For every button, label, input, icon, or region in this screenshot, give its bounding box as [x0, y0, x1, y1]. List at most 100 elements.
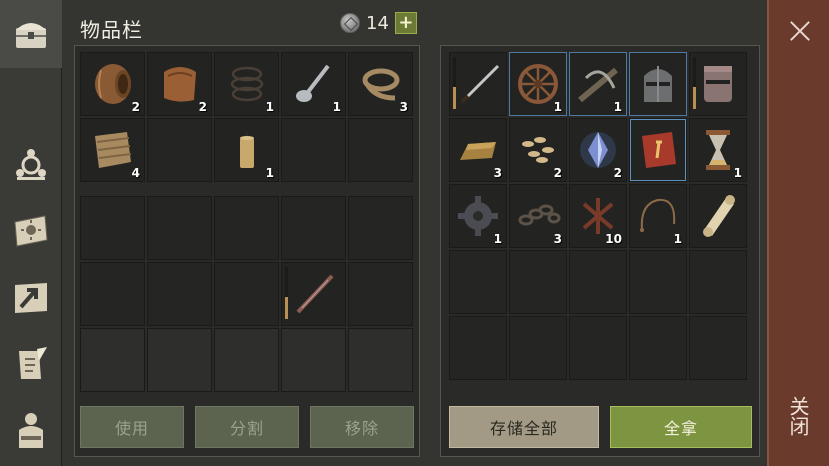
storage-slot[interactable]	[449, 52, 507, 116]
storage-slot[interactable]	[449, 250, 507, 314]
close-label: 关闭	[786, 396, 810, 436]
storage-slot[interactable]	[629, 250, 687, 314]
durability-bar	[693, 57, 696, 109]
inventory-slot[interactable]	[348, 262, 413, 326]
inventory-slot[interactable]	[80, 196, 145, 260]
sun-book-icon	[14, 215, 48, 247]
sidebar-item-character[interactable]	[6, 405, 56, 455]
inventory-slot[interactable]	[147, 196, 212, 260]
inventory-slot[interactable]: 1	[214, 52, 279, 116]
inventory-slot[interactable]	[281, 262, 346, 326]
item-count: 1	[265, 100, 274, 114]
store-all-button[interactable]: 存储全部	[449, 406, 599, 448]
storage-grid: 1 1 3 2 2 1 1 3 10 1	[449, 52, 747, 380]
item-count: 10	[605, 232, 622, 246]
sidebar-item-skills[interactable]	[6, 140, 56, 190]
great-helm-icon	[704, 66, 732, 102]
currency-value: 14	[366, 12, 389, 34]
inventory-slot[interactable]	[214, 328, 279, 392]
item-count: 1	[673, 232, 682, 246]
storage-slot[interactable]: 1	[569, 52, 627, 116]
item-count: 2	[198, 100, 207, 114]
scroll-icon	[703, 195, 735, 237]
storage-slot[interactable]	[569, 316, 627, 380]
inventory-slot[interactable]	[348, 118, 413, 182]
storage-slot[interactable]: 1	[629, 184, 687, 248]
sidebar-item-inventory[interactable]	[0, 0, 62, 68]
player-equip-grid	[80, 196, 413, 392]
split-button[interactable]: 分割	[195, 406, 299, 448]
inventory-slot[interactable]	[214, 262, 279, 326]
inventory-slot[interactable]: 1	[281, 52, 346, 116]
inventory-slot[interactable]	[348, 196, 413, 260]
red-book-icon	[642, 132, 676, 168]
item-count: 2	[131, 100, 140, 114]
take-all-button[interactable]: 全拿	[610, 406, 752, 448]
storage-slot[interactable]: 1	[509, 52, 567, 116]
inventory-slot[interactable]	[147, 328, 212, 392]
use-button[interactable]: 使用	[80, 406, 184, 448]
storage-slot[interactable]	[569, 250, 627, 314]
storage-slot[interactable]: 10	[569, 184, 627, 248]
page-title: 物品栏	[80, 18, 143, 42]
inventory-slot[interactable]	[80, 328, 145, 392]
storage-slot[interactable]	[509, 316, 567, 380]
inventory-slot[interactable]	[281, 328, 346, 392]
inventory-slot[interactable]	[281, 118, 346, 182]
item-count: 3	[493, 166, 502, 180]
storage-slot[interactable]: 1	[689, 118, 747, 182]
inventory-slot[interactable]	[147, 262, 212, 326]
inventory-slot[interactable]: 3	[348, 52, 413, 116]
storage-slot[interactable]	[449, 316, 507, 380]
inventory-slot[interactable]: 4	[80, 118, 145, 182]
storage-slot[interactable]	[629, 52, 687, 116]
storage-slot[interactable]	[689, 52, 747, 116]
inventory-slot[interactable]: 2	[80, 52, 145, 116]
currency-display: 14 +	[340, 12, 417, 34]
item-count: 2	[613, 166, 622, 180]
coin-icon	[340, 13, 360, 33]
sidebar-item-quests[interactable]	[6, 340, 56, 390]
durability-bar	[285, 267, 288, 319]
storage-slot[interactable]: 3	[509, 184, 567, 248]
inventory-slot[interactable]	[214, 196, 279, 260]
item-count: 1	[493, 232, 502, 246]
scroll-quill-icon	[19, 347, 47, 379]
storage-slot[interactable]: 1	[449, 184, 507, 248]
sidebar-item-recipes[interactable]	[6, 205, 56, 255]
inventory-slot[interactable]: 2	[147, 52, 212, 116]
item-count: 4	[131, 166, 140, 180]
inventory-slot[interactable]	[348, 328, 413, 392]
storage-slot[interactable]: 2	[509, 118, 567, 182]
item-count: 1	[332, 100, 341, 114]
storage-slot[interactable]: 3	[449, 118, 507, 182]
storage-slot[interactable]: 2	[569, 118, 627, 182]
item-count: 3	[553, 232, 562, 246]
storage-slot[interactable]	[689, 316, 747, 380]
storage-slot[interactable]	[629, 118, 687, 182]
storage-slot[interactable]	[629, 316, 687, 380]
item-count: 1	[553, 100, 562, 114]
inventory-slot[interactable]	[281, 196, 346, 260]
inventory-window: 物品栏 14 + 2 2 1 1 3 4 1 使用 分割 移除 1 1 3 2 …	[62, 0, 767, 466]
item-count: 1	[613, 100, 622, 114]
remove-button[interactable]: 移除	[310, 406, 414, 448]
emblem-icon	[16, 149, 46, 180]
sword-icon	[460, 64, 500, 104]
close-panel[interactable]: 关闭	[767, 0, 829, 466]
storage-slot[interactable]	[689, 250, 747, 314]
item-count: 2	[553, 166, 562, 180]
inventory-slot[interactable]: 1	[214, 118, 279, 182]
sidebar-item-map[interactable]	[6, 272, 56, 322]
add-currency-button[interactable]: +	[394, 12, 417, 34]
map-arrow-icon	[15, 283, 47, 313]
durability-bar	[453, 57, 456, 109]
inventory-slot[interactable]	[147, 118, 212, 182]
storage-slot[interactable]	[509, 250, 567, 314]
item-count: 3	[399, 100, 408, 114]
storage-slot[interactable]	[689, 184, 747, 248]
close-icon[interactable]	[785, 16, 815, 46]
inventory-slot[interactable]	[80, 262, 145, 326]
item-count: 1	[733, 166, 742, 180]
helmet-icon	[644, 66, 672, 102]
